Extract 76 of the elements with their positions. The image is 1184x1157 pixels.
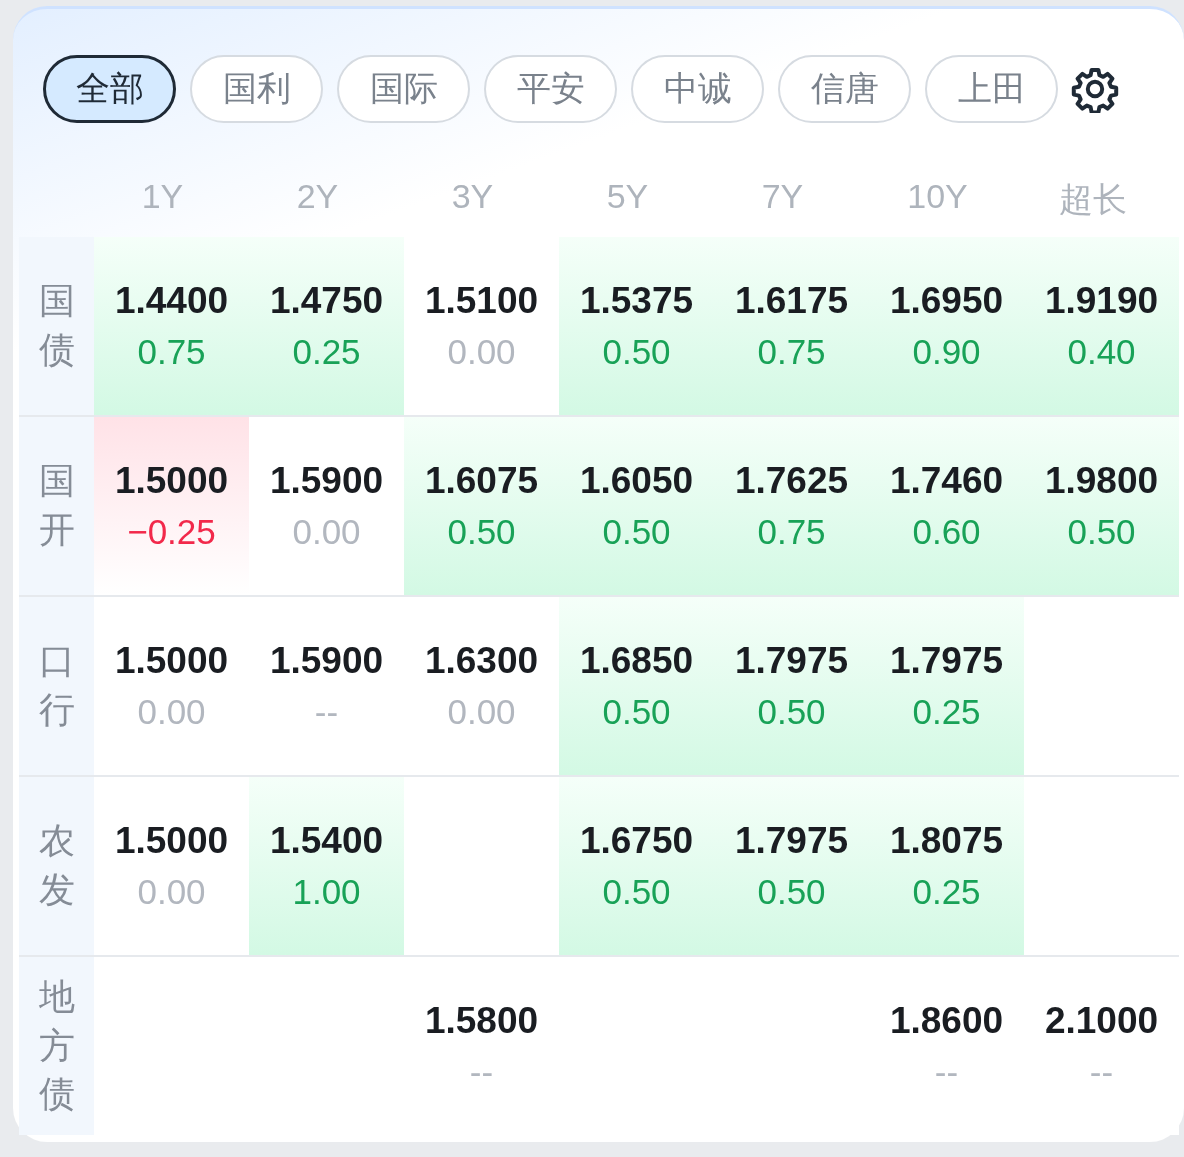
change-value: -- (934, 1052, 959, 1092)
yield-value: 1.7460 (889, 460, 1004, 502)
tab[interactable]: 国际 (337, 55, 470, 123)
yield-value: 1.6750 (579, 820, 694, 862)
yield-value: 1.5100 (424, 280, 539, 322)
yield-value: 1.6950 (889, 280, 1004, 322)
yield-value: 1.5000 (114, 460, 229, 502)
change-value: −0.25 (127, 512, 216, 552)
yield-value: 1.7625 (734, 460, 849, 502)
change-value: 0.75 (137, 332, 206, 372)
change-value: 0.00 (137, 692, 206, 732)
change-value: 0.00 (292, 512, 361, 552)
yield-value: 1.6075 (424, 460, 539, 502)
change-value: 0.25 (292, 332, 361, 372)
yield-value: 1.4750 (269, 280, 384, 322)
yield-value: 1.6300 (424, 640, 539, 682)
change-value: -- (469, 1052, 494, 1092)
change-value: 0.50 (602, 872, 671, 912)
yield-value: 1.8075 (889, 820, 1004, 862)
yield-value: 1.5900 (269, 640, 384, 682)
yield-value: 1.5900 (269, 460, 384, 502)
yield-value: 1.9190 (1044, 280, 1159, 322)
change-value: 0.50 (757, 872, 826, 912)
yield-value: 1.6050 (579, 460, 694, 502)
yield-value: 2.1000 (1044, 1000, 1159, 1042)
yield-value: 1.5800 (424, 1000, 539, 1042)
change-value: -- (1089, 1052, 1114, 1092)
change-value: 0.75 (757, 512, 826, 552)
row-label: 农发 (38, 819, 75, 912)
column-header: 5Y (605, 176, 650, 217)
tab[interactable]: 平安 (484, 55, 617, 123)
yield-value: 1.9800 (1044, 460, 1159, 502)
yield-value: 1.7975 (889, 640, 1004, 682)
change-value: 0.50 (602, 332, 671, 372)
tab[interactable]: 中诚 (631, 55, 764, 123)
row-label: 口行 (38, 639, 75, 732)
change-value: 0.60 (912, 512, 981, 552)
tab[interactable]: 上田 (925, 55, 1058, 123)
row-label: 国开 (38, 459, 75, 552)
settings-icon[interactable] (1071, 65, 1119, 113)
yield-value: 1.5000 (114, 820, 229, 862)
yield-value: 1.7975 (734, 820, 849, 862)
change-value: 0.50 (1067, 512, 1136, 552)
change-value: 0.40 (1067, 332, 1136, 372)
change-value: 1.00 (292, 872, 361, 912)
column-header: 1Y (140, 176, 185, 217)
change-value: 0.25 (912, 872, 981, 912)
tab[interactable]: 信唐 (778, 55, 911, 123)
change-value: 0.50 (757, 692, 826, 732)
change-value: 0.50 (447, 512, 516, 552)
change-value: 0.00 (447, 332, 516, 372)
tab[interactable]: 国利 (190, 55, 323, 123)
column-header: 2Y (295, 176, 340, 217)
change-value: 0.00 (137, 872, 206, 912)
yield-value: 1.6175 (734, 280, 849, 322)
column-header: 7Y (760, 176, 805, 217)
change-value: 0.00 (447, 692, 516, 732)
yield-value: 1.5400 (269, 820, 384, 862)
change-value: 0.75 (757, 332, 826, 372)
change-value: 0.90 (912, 332, 981, 372)
yield-value: 1.4400 (114, 280, 229, 322)
row-label: 国债 (38, 279, 75, 372)
yield-value: 1.8600 (889, 1000, 1004, 1042)
change-value: -- (314, 692, 339, 732)
yield-value: 1.5375 (579, 280, 694, 322)
column-header: 3Y (450, 176, 495, 217)
tab[interactable]: 全部 (43, 55, 176, 123)
column-header: 超长 (1057, 179, 1128, 220)
yield-value: 1.7975 (734, 640, 849, 682)
change-value: 0.25 (912, 692, 981, 732)
column-header: 10Y (906, 176, 969, 217)
row-label: 地方债 (38, 975, 75, 1117)
yield-value: 1.6850 (579, 640, 694, 682)
yield-value: 1.5000 (114, 640, 229, 682)
change-value: 0.50 (602, 692, 671, 732)
change-value: 0.50 (602, 512, 671, 552)
